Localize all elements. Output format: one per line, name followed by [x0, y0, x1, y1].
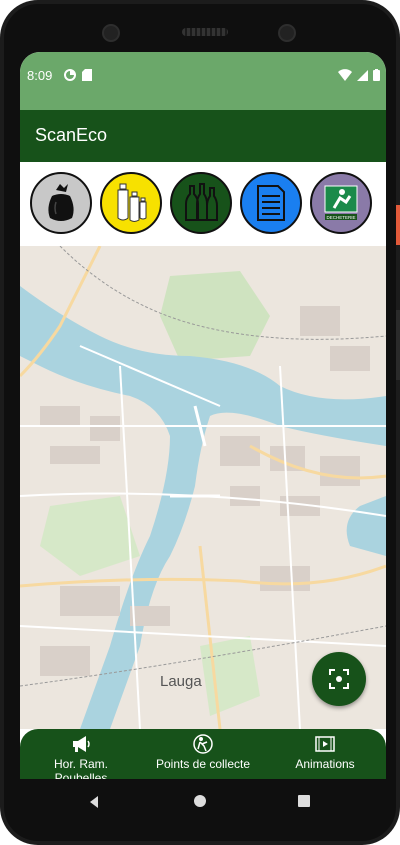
nav-item-horaires-label: Hor. Ram. Poubelles [53, 757, 108, 779]
nav-item-horaires[interactable]: Hor. Ram. Poubelles [26, 733, 136, 779]
glass-bottles-icon [185, 183, 218, 221]
status-time: 8:09 [27, 68, 53, 83]
collection-point-icon [193, 734, 213, 754]
scan-fab-button[interactable] [312, 652, 366, 706]
plastic-bottles-icon [117, 183, 147, 222]
data-saver-icon [64, 69, 76, 81]
nav-item-points-collecte-label: Points de collecte [155, 757, 251, 771]
recents-icon[interactable] [297, 794, 311, 808]
recycling-center-icon: DECHETERIE [324, 185, 358, 220]
back-icon[interactable] [86, 794, 102, 810]
system-navigation-bar [4, 779, 396, 829]
category-emballages-button[interactable] [100, 172, 162, 234]
bottom-navigation: Hor. Ram. Poubelles Points de collecte A… [20, 729, 386, 779]
nav-item-animations-label: Animations [295, 757, 355, 771]
wifi-icon [338, 69, 352, 81]
phone-frame: 8:09 ScanEco DECHETERIE Lauga Hor. Ram. … [0, 0, 400, 845]
sd-card-icon [82, 69, 92, 81]
power-button [396, 205, 400, 245]
paper-document-icon [257, 185, 285, 221]
category-verre-button[interactable] [170, 172, 232, 234]
home-icon[interactable] [193, 794, 207, 808]
category-filter-row: DECHETERIE [20, 162, 386, 246]
megaphone-icon [73, 736, 90, 752]
category-decheterie-button[interactable]: DECHETERIE [310, 172, 372, 234]
speaker-grille [182, 28, 228, 36]
front-camera [102, 24, 120, 42]
category-papier-button[interactable] [240, 172, 302, 234]
status-bar: 8:09 [20, 52, 386, 110]
app-screen: 8:09 ScanEco DECHETERIE Lauga Hor. Ram. … [20, 52, 386, 779]
category-ordures-button[interactable] [30, 172, 92, 234]
front-sensor [278, 24, 296, 42]
nav-item-animations[interactable]: Animations [282, 733, 368, 771]
app-bar: ScanEco [20, 110, 386, 162]
scan-icon [329, 669, 349, 689]
signal-icon [357, 69, 368, 81]
battery-icon [373, 69, 380, 81]
app-title: ScanEco [35, 125, 108, 145]
volume-button [396, 310, 400, 380]
nav-item-points-collecte[interactable]: Points de collecte [150, 733, 256, 771]
trash-bag-icon [48, 184, 74, 221]
film-icon [315, 736, 335, 752]
decheterie-text: DECHETERIE [326, 215, 355, 220]
map-label-lauga: Lauga [160, 673, 202, 690]
phone-body: 8:09 ScanEco DECHETERIE Lauga Hor. Ram. … [4, 4, 396, 841]
